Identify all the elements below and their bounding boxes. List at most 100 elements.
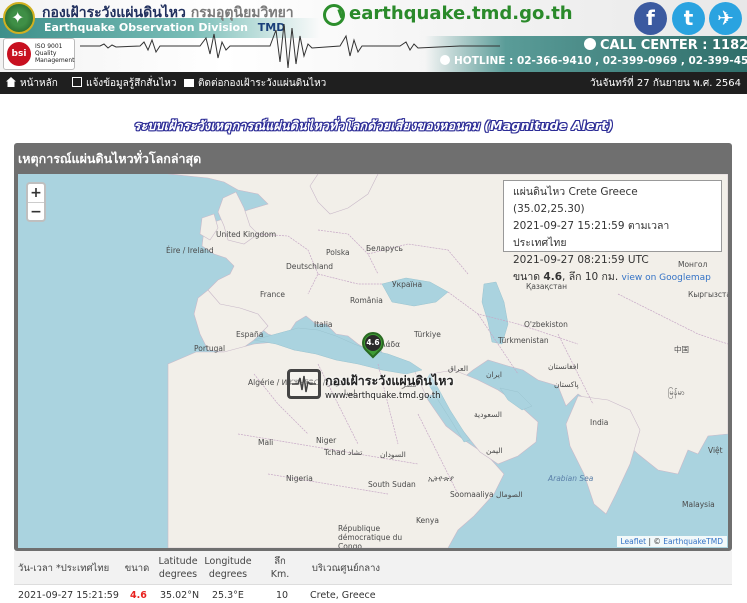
- hotline-text: HOTLINE : 02-366-9410 , 02-399-0969 , 02…: [454, 55, 747, 67]
- cell-depth: 10: [276, 590, 288, 601]
- map-label-spain: España: [236, 330, 263, 339]
- popup-title: แผ่นดินไหว Crete Greece (35.02,25.30): [513, 184, 712, 218]
- map-attribution: Leaflet | © EarthquakeTMD: [617, 536, 727, 547]
- map-label-yemen: اليمن: [486, 446, 503, 455]
- map-label-pakistan: پاکستان: [554, 380, 579, 389]
- earthquake-marker[interactable]: 4.6: [362, 332, 384, 360]
- map-label-italy: Italia: [314, 320, 333, 329]
- map-label-belarus: Беларусь: [366, 244, 403, 253]
- tmd-logo[interactable]: ✦: [3, 2, 35, 34]
- nav-home[interactable]: หน้าหลัก: [6, 76, 58, 91]
- header-banner: ✦ กองเฝ้าระวังแผ่นดินไหว กรมอุตุนิยมวิทย…: [0, 0, 747, 72]
- th-magnitude: ขนาด: [122, 562, 152, 575]
- th-region: บริเวณศูนย์กลาง: [306, 562, 386, 575]
- map-label-afghanistan: افغانستان: [548, 362, 578, 371]
- googlemap-link[interactable]: view on Googlemap: [622, 273, 711, 283]
- seismogram-graphic: [80, 20, 500, 72]
- map-label-nigeria: Nigeria: [286, 474, 313, 483]
- map-label-germany: Deutschland: [286, 262, 333, 271]
- map-label-kyrgyzstan: Кыргызстан: [688, 290, 728, 299]
- map-label-china: 中国: [674, 344, 689, 355]
- th-datetime: วัน-เวลา *ประเทศไทย: [18, 562, 126, 575]
- th-latitude: Latitude degrees: [154, 555, 202, 581]
- nav-contact-label: ติดต่อกองเฝ้าระวังแผ่นดินไหว: [198, 78, 326, 89]
- th-depth: ลึก Km.: [266, 555, 294, 581]
- popup-depth: , ลึก 10 กม.: [562, 271, 618, 283]
- owner-link[interactable]: EarthquakeTMD: [663, 537, 723, 546]
- nav-report-label: แจ้งข้อมูลรู้สึกสั่นไหว: [86, 78, 176, 89]
- map-label-niger: Niger: [316, 436, 336, 445]
- map-label-ireland: Éire / Ireland: [166, 246, 214, 255]
- map-label-arabian-sea: Arabian Sea: [548, 474, 593, 483]
- attribution-separator: | ©: [646, 537, 663, 546]
- popup-magnitude: 4.6: [543, 271, 562, 283]
- map-label-turkmenistan: Türkmenistan: [498, 336, 549, 345]
- bsi-logo: bsi: [7, 42, 31, 66]
- seismometer-wave: [290, 372, 318, 396]
- mail-icon: [184, 79, 194, 87]
- nav-bar: หน้าหลัก แจ้งข้อมูลรู้สึกสั่นไหว ติดต่อก…: [0, 72, 747, 94]
- telegram-icon[interactable]: ✈: [709, 2, 742, 35]
- map-label-ethiopia: ኢትዮጵያ: [428, 474, 454, 484]
- map-label-india: India: [590, 418, 608, 427]
- phone-icon: [584, 38, 596, 50]
- zoom-out-button[interactable]: −: [28, 202, 44, 220]
- twitter-icon[interactable]: t: [672, 2, 705, 35]
- map-label-poland: Polska: [326, 248, 350, 257]
- popup-utc-time: 2021-09-27 08:21:59 UTC: [513, 252, 712, 269]
- nav-report-felt[interactable]: แจ้งข้อมูลรู้สึกสั่นไหว: [72, 76, 176, 91]
- department-name-thai: กรมอุตุนิยมวิทยา: [191, 5, 294, 21]
- home-icon: [6, 77, 16, 87]
- th-longitude: Longitude degrees: [202, 555, 254, 581]
- call-center: CALL CENTER : 1182: [584, 38, 747, 53]
- facebook-icon[interactable]: f: [634, 2, 667, 35]
- earthquake-site-logo-icon: [323, 4, 345, 26]
- map-label-malaysia: Malaysia: [682, 500, 715, 509]
- cell-magnitude: 4.6: [130, 590, 147, 601]
- map-label-saudi: السعودية: [474, 410, 502, 419]
- map-label-ukraine: Україна: [392, 280, 422, 289]
- zoom-in-button[interactable]: +: [28, 184, 44, 202]
- document-icon: [72, 77, 82, 87]
- map-watermark: กองเฝ้าระวังแผ่นดินไหว www.earthquake.tm…: [287, 369, 457, 409]
- land-india: [566, 396, 640, 514]
- hotline: HOTLINE : 02-366-9410 , 02-399-0969 , 02…: [440, 55, 747, 67]
- division-name-thai: กองเฝ้าระวังแผ่นดินไหว: [42, 5, 186, 21]
- table-row[interactable]: 2021-09-27 15:21:59 4.6 35.02°N 25.3°E 1…: [14, 586, 732, 603]
- page-title: ระบบเฝ้าระวังเหตุการณ์แผ่นดินไหวทั่วโลกด…: [0, 116, 747, 136]
- map-label-drc: République démocratique du Congo: [338, 524, 428, 548]
- map-label-turkey: Türkiye: [414, 330, 441, 339]
- map-label-uk: United Kingdom: [216, 230, 276, 239]
- cell-region: Crete, Greece: [310, 590, 376, 601]
- panel-heading: เหตุการณ์แผ่นดินไหวทั่วโลกล่าสุด: [18, 149, 201, 169]
- cell-datetime: 2021-09-27 15:21:59: [18, 590, 119, 601]
- map-label-france: France: [260, 290, 285, 299]
- map-zoom-control: + −: [26, 182, 46, 222]
- map-label-myanmar: မြန်မာ: [668, 388, 685, 399]
- cell-latitude: 35.02°N: [160, 590, 199, 601]
- table-header: วัน-เวลา *ประเทศไทย ขนาด Latitude degree…: [14, 551, 732, 585]
- nav-home-label: หน้าหลัก: [20, 78, 58, 89]
- phone-icon: [440, 55, 450, 65]
- earthquake-popup: แผ่นดินไหว Crete Greece (35.02,25.30) 20…: [503, 180, 722, 252]
- map-label-south-sudan: South Sudan: [368, 480, 416, 489]
- popup-local-time: 2021-09-27 15:21:59 ตามเวลาประเทศไทย: [513, 218, 712, 252]
- watermark-url: www.earthquake.tmd.go.th: [325, 391, 441, 401]
- call-center-text: CALL CENTER : 1182: [600, 38, 747, 53]
- iso-text: ISO 9001 Quality Management: [35, 43, 75, 64]
- cell-longitude: 25.3°E: [212, 590, 244, 601]
- website-url[interactable]: earthquake.tmd.go.th: [349, 3, 573, 24]
- nav-contact[interactable]: ติดต่อกองเฝ้าระวังแผ่นดินไหว: [184, 76, 326, 91]
- map-label-sudan: السودان: [380, 450, 406, 459]
- map-label-romania: România: [350, 296, 383, 305]
- map-label-iran: ایران: [486, 370, 502, 379]
- popup-magnitude-line: ขนาด 4.6, ลึก 10 กม. view on Googlemap: [513, 269, 712, 287]
- map-label-chad: Tchad تشاد: [324, 448, 362, 457]
- seismometer-icon: [287, 369, 321, 399]
- map-label-somalia: Soomaaliya الصومال: [450, 490, 523, 499]
- leaflet-link[interactable]: Leaflet: [621, 537, 647, 546]
- iso-certification-badge: bsi ISO 9001 Quality Management: [3, 38, 75, 70]
- map-label-mali: Mali: [258, 438, 273, 447]
- tmd-logo-icon: ✦: [11, 8, 24, 27]
- current-date: วันจันทร์ที่ 27 กันยายน พ.ศ. 2564: [590, 76, 741, 91]
